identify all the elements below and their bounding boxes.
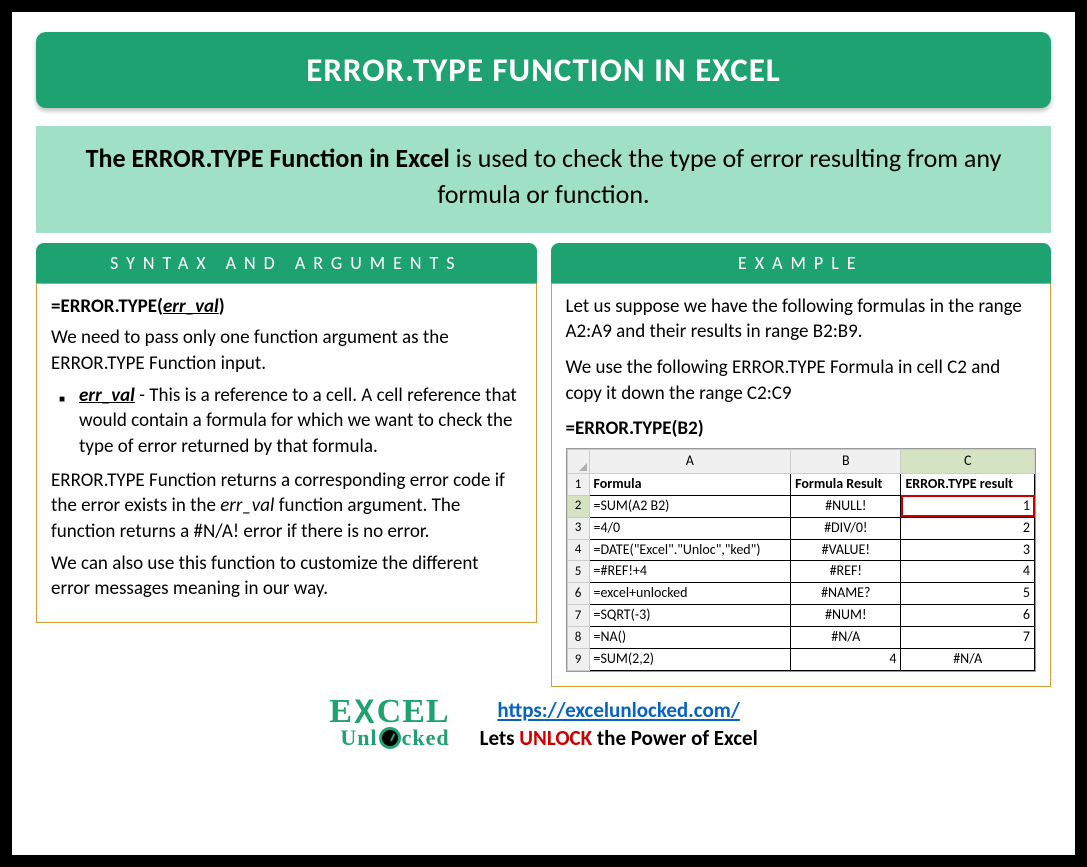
- cell-errortype: #N/A: [901, 649, 1035, 671]
- p2b: err_val: [220, 494, 274, 517]
- example-header: EXAMPLE: [551, 243, 1052, 283]
- cell-errortype: 6: [901, 605, 1035, 627]
- cell-formula: =4/0: [589, 517, 791, 539]
- syntax-column: SYNTAX AND ARGUMENTS =ERROR.TYPE(err_val…: [36, 243, 537, 687]
- cell-errortype: 2: [901, 517, 1035, 539]
- example-p2: We use the following ERROR.TYPE Formula …: [566, 355, 1037, 406]
- select-all-corner: [567, 449, 589, 473]
- cell-errortype: 5: [901, 583, 1035, 605]
- cell-result: #DIV/0!: [791, 517, 901, 539]
- arg-name: err_val: [79, 384, 135, 407]
- cell-errortype: 1: [901, 495, 1035, 517]
- logo-top: EXCEL: [329, 698, 449, 727]
- intro-text: is used to check the type of error resul…: [437, 142, 1001, 210]
- cell-result: #NUM!: [791, 605, 901, 627]
- cell-result: #VALUE!: [791, 539, 901, 561]
- intro-bold: The ERROR.TYPE Function in Excel: [86, 142, 450, 174]
- row-1: 1: [567, 473, 589, 495]
- example-column: EXAMPLE Let us suppose we have the follo…: [551, 243, 1052, 687]
- cell-formula: =#REF!+4: [589, 561, 791, 583]
- syntax-p1: We need to pass only one function argume…: [51, 325, 522, 376]
- header-row: 1 Formula Formula Result ERROR.TYPE resu…: [567, 473, 1035, 495]
- arg-bullet: ■ err_val - This is a reference to a cel…: [59, 383, 522, 460]
- syntax-line: =ERROR.TYPE(err_val): [51, 294, 522, 320]
- cell-errortype: 7: [901, 627, 1035, 649]
- page-title: ERROR.TYPE FUNCTION IN EXCEL: [36, 50, 1051, 90]
- tag-post: the Power of Excel: [592, 725, 758, 751]
- cell-result: #NAME?: [791, 583, 901, 605]
- bullet-icon: ■: [59, 392, 65, 406]
- syntax-prefix: =ERROR.TYPE(: [51, 295, 163, 318]
- cell-formula: =DATE("Excel"."Unloc","ked"): [589, 539, 791, 561]
- arg-line: err_val - This is a reference to a cell.…: [79, 383, 521, 460]
- intro-box: The ERROR.TYPE Function in Excel is used…: [36, 126, 1051, 233]
- row-num: 9: [567, 649, 589, 671]
- row-num: 2: [567, 495, 589, 517]
- cell-formula: =SUM(2,2): [589, 649, 791, 671]
- syntax-suffix: ): [219, 295, 225, 318]
- clock-icon: [379, 727, 401, 749]
- table-row: 2=SUM(A2 B2)#NULL!1: [567, 495, 1035, 517]
- table-row: 3=4/0#DIV/0!2: [567, 517, 1035, 539]
- cell-formula: =SUM(A2 B2): [589, 495, 791, 517]
- title-banner: ERROR.TYPE FUNCTION IN EXCEL: [36, 32, 1051, 108]
- table-row: 9=SUM(2,2)4#N/A: [567, 649, 1035, 671]
- cell-result: #REF!: [791, 561, 901, 583]
- footer: EXCEL Unlcked https://excelunlocked.com/…: [36, 697, 1051, 751]
- example-body: Let us suppose we have the following for…: [551, 283, 1052, 687]
- footer-tagline: Lets UNLOCK the Power of Excel: [480, 725, 758, 751]
- table-row: 7=SQRT(-3)#NUM!6: [567, 605, 1035, 627]
- tag-unlock: UNLOCK: [519, 725, 592, 751]
- hdr-formula: Formula: [589, 473, 791, 495]
- hdr-errortype: ERROR.TYPE result: [901, 473, 1035, 495]
- cell-formula: =excel+unlocked: [589, 583, 791, 605]
- cell-formula: =SQRT(-3): [589, 605, 791, 627]
- footer-text: https://excelunlocked.com/ Lets UNLOCK t…: [480, 697, 758, 751]
- tag-pre: Lets: [480, 725, 520, 751]
- cell-errortype: 3: [901, 539, 1035, 561]
- syntax-p2: ERROR.TYPE Function returns a correspond…: [51, 468, 522, 545]
- table-row: 6=excel+unlocked#NAME?5: [567, 583, 1035, 605]
- row-num: 6: [567, 583, 589, 605]
- syntax-header: SYNTAX AND ARGUMENTS: [36, 243, 537, 283]
- logo: EXCEL Unlcked: [329, 698, 449, 749]
- col-header-row: A B C: [567, 449, 1035, 473]
- document-page: ERROR.TYPE FUNCTION IN EXCEL The ERROR.T…: [12, 12, 1075, 855]
- col-B: B: [791, 449, 901, 473]
- cell-result: #N/A: [791, 627, 901, 649]
- cell-errortype: 4: [901, 561, 1035, 583]
- example-formula: =ERROR.TYPE(B2): [566, 416, 1037, 442]
- col-C: C: [901, 449, 1035, 473]
- logo-bottom: Unlcked: [329, 727, 449, 749]
- syntax-p3: We can also use this function to customi…: [51, 551, 522, 602]
- spreadsheet: A B C 1 Formula Formula Result ERROR.TYP…: [566, 448, 1037, 672]
- footer-link[interactable]: https://excelunlocked.com/: [497, 697, 739, 723]
- col-A: A: [589, 449, 791, 473]
- cell-result: 4: [791, 649, 901, 671]
- columns: SYNTAX AND ARGUMENTS =ERROR.TYPE(err_val…: [36, 243, 1051, 687]
- row-num: 5: [567, 561, 589, 583]
- table-row: 4=DATE("Excel"."Unloc","ked")#VALUE!3: [567, 539, 1035, 561]
- table-row: 8=NA()#N/A7: [567, 627, 1035, 649]
- row-num: 4: [567, 539, 589, 561]
- syntax-arg: err_val: [163, 295, 219, 318]
- syntax-body: =ERROR.TYPE(err_val) We need to pass onl…: [36, 283, 537, 623]
- row-num: 7: [567, 605, 589, 627]
- sheet-table: A B C 1 Formula Formula Result ERROR.TYP…: [567, 449, 1036, 671]
- table-row: 5=#REF!+4#REF!4: [567, 561, 1035, 583]
- example-p1: Let us suppose we have the following for…: [566, 294, 1037, 345]
- cell-result: #NULL!: [791, 495, 901, 517]
- arg-desc: - This is a reference to a cell. A cell …: [79, 384, 517, 458]
- row-num: 8: [567, 627, 589, 649]
- cell-formula: =NA(): [589, 627, 791, 649]
- row-num: 3: [567, 517, 589, 539]
- hdr-result: Formula Result: [791, 473, 901, 495]
